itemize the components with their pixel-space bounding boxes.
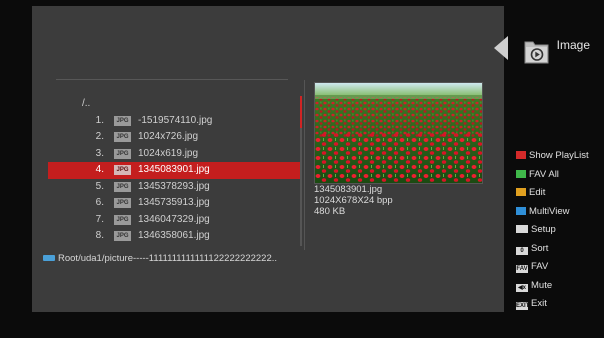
file-name: 1024x619.jpg (138, 147, 199, 159)
info-dimensions: 1024X678X24 bpp (314, 195, 393, 206)
list-item-selected[interactable]: 4. JPG 1345083901.jpg (48, 162, 300, 179)
legend-mute: ◀x Mute (516, 280, 589, 299)
file-name: 1345378293.jpg (138, 180, 210, 192)
exit-key-icon: EXIT (516, 302, 530, 310)
legend-label: Mute (531, 279, 553, 291)
jpg-file-icon: JPG (114, 148, 131, 159)
page-title: Image (556, 38, 590, 52)
file-name: 1346047329.jpg (138, 213, 210, 225)
list-divider (56, 79, 288, 80)
legend-fav: FAV FAV (516, 261, 589, 280)
file-name: 1345735913.jpg (138, 197, 210, 208)
legend-fav-all: FAV All (516, 169, 589, 188)
file-name: -1519574110.jpg (138, 114, 213, 126)
legend-multiview: MultiView (516, 206, 589, 225)
list-item[interactable]: 8. JPG 1346358061.jpg (48, 228, 300, 245)
item-index: 3. (95, 147, 104, 159)
item-index: 7. (95, 213, 104, 225)
list-item[interactable]: 7. JPG 1346047329.jpg (48, 212, 300, 229)
zero-key-icon: 0 (516, 246, 528, 255)
yellow-key-icon (516, 188, 526, 196)
usb-drive-icon (43, 255, 55, 262)
legend-label: MultiView (529, 205, 570, 217)
scrollbar-thumb[interactable] (300, 96, 302, 128)
jpg-file-icon: JPG (114, 214, 131, 225)
item-index: 8. (95, 230, 104, 241)
jpg-file-icon: JPG (114, 198, 131, 208)
item-index: 6. (95, 197, 104, 208)
item-index: 5. (95, 180, 104, 192)
mute-key-icon: ◀x (516, 283, 528, 292)
info-filename: 1345083901.jpg (314, 184, 383, 195)
tulip-field-thumbnail (315, 83, 482, 183)
parent-directory-item[interactable]: /.. (48, 96, 300, 113)
legend-label: Show PlayList (529, 150, 589, 161)
list-item[interactable]: 3. JPG 1024x619.jpg (48, 146, 300, 163)
fav-key-icon: FAV (516, 265, 528, 273)
file-name: 1024x726.jpg (138, 131, 199, 142)
legend-edit: Edit (516, 187, 589, 206)
file-name: 1346358061.jpg (138, 230, 210, 241)
list-item[interactable]: 6. JPG 1345735913.jpg (48, 195, 300, 212)
jpg-file-icon: JPG (114, 132, 131, 142)
jpg-file-icon: JPG (114, 165, 131, 175)
jpg-file-icon: JPG (114, 181, 131, 192)
list-item[interactable]: 5. JPG 1345378293.jpg (48, 179, 300, 196)
legend-show-playlist: Show PlayList (516, 150, 589, 169)
item-index: 1. (95, 114, 104, 126)
current-path: Root/uda1/picture-----111111111111112222… (43, 253, 277, 264)
item-index: 2. (95, 131, 104, 142)
legend-setup: Setup (516, 224, 589, 243)
image-preview (314, 82, 483, 184)
list-item[interactable]: 1. JPG -1519574110.jpg (48, 113, 300, 130)
key-legend: Show PlayList FAV All Edit MultiView Set… (516, 150, 589, 317)
red-key-icon (516, 151, 526, 159)
legend-exit: EXIT Exit (516, 298, 589, 317)
legend-label: Sort (531, 242, 549, 254)
jpg-file-icon: JPG (114, 231, 131, 241)
legend-label: Exit (531, 298, 547, 309)
legend-label: Edit (529, 187, 546, 198)
parent-directory-label: /.. (82, 98, 91, 109)
blue-key-icon (516, 206, 526, 215)
file-name: 1345083901.jpg (138, 164, 210, 175)
path-text: Root/uda1/picture-----111111111111112222… (58, 253, 278, 264)
vertical-divider (304, 80, 305, 250)
legend-sort: 0 Sort (516, 243, 589, 262)
image-player-icon (524, 41, 549, 64)
image-info: 1345083901.jpg 1024X678X24 bpp 480 KB (314, 184, 393, 217)
legend-label: FAV All (529, 168, 559, 180)
green-key-icon (516, 169, 526, 178)
legend-label: Setup (531, 224, 556, 235)
list-item[interactable]: 2. JPG 1024x726.jpg (48, 129, 300, 146)
item-index: 4. (95, 164, 104, 175)
jpg-file-icon: JPG (114, 115, 131, 126)
info-size: 480 KB (314, 206, 346, 217)
legend-label: FAV (531, 261, 549, 272)
file-list[interactable]: /.. 1. JPG -1519574110.jpg 2. JPG 1024x7… (48, 96, 300, 245)
setup-key-icon (516, 225, 528, 233)
